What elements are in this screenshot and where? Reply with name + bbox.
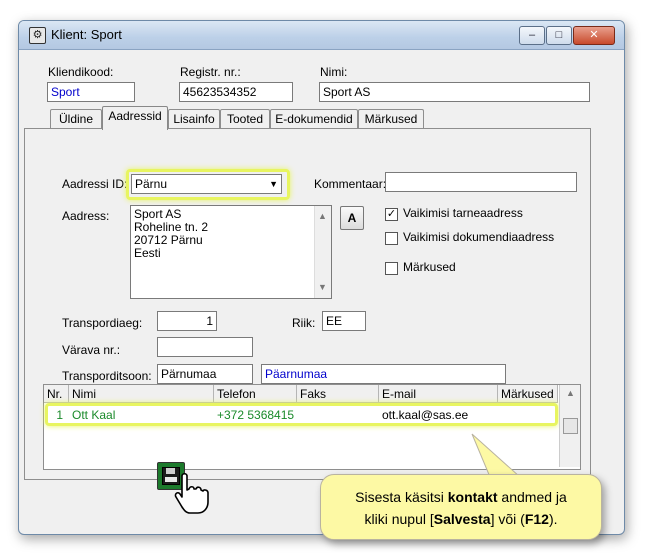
kliendikood-input[interactable]: Sport [47,82,135,102]
tab-uldine[interactable]: Üldine [50,109,102,129]
tab-tooted[interactable]: Tooted [220,109,270,129]
instruction-callout: Sisesta käsitsi kontakt andmed ja kliki … [320,474,602,540]
close-button[interactable]: ✕ [573,26,615,45]
scroll-up-icon[interactable]: ▲ [566,388,575,398]
callout-bold-salvesta: Salvesta [433,511,491,527]
cell-nimi[interactable]: Ott Kaal [69,406,214,424]
tab-aadressid[interactable]: Aadressid [102,106,168,130]
callout-text-3: kliki nupul [ [364,511,434,527]
cell-telefon[interactable]: +372 5368415 [214,406,297,424]
col-faks[interactable]: Faks [297,385,379,403]
tab-e-dokumendid[interactable]: E-dokumendid [270,109,358,129]
scroll-thumb[interactable] [563,418,578,434]
nimi-input[interactable]: Sport AS [319,82,590,102]
col-telefon[interactable]: Telefon [214,385,297,403]
maximize-button[interactable]: □ [546,26,572,45]
cell-markused[interactable] [498,406,558,424]
app-icon: ⚙ [29,27,46,44]
tab-markused[interactable]: Märkused [358,109,424,129]
callout-bold-kontakt: kontakt [447,489,498,505]
hand-cursor-icon [174,472,209,514]
kliendikood-label: Kliendikood: [48,65,114,79]
callout-text-4: ] või ( [490,511,525,527]
registr-input[interactable]: 45623534352 [179,82,293,102]
tab-lisainfo[interactable]: Lisainfo [168,109,220,129]
cell-faks[interactable] [297,406,379,424]
title-bar: ⚙ Klient: Sport – □ ✕ [19,21,624,50]
col-markused[interactable]: Märkused [498,385,558,403]
aadressi-id-value: Pärnu [135,177,168,191]
callout-text-2: andmed ja [497,489,567,505]
window-title: Klient: Sport [51,27,122,42]
registr-label: Registr. nr.: [180,65,241,79]
callout-text-1: Sisesta käsitsi [355,489,448,505]
callout-text-5: ). [548,511,558,527]
chevron-down-icon[interactable]: ▼ [269,175,278,193]
col-email[interactable]: E-mail [379,385,498,403]
cell-email[interactable]: ott.kaal@sas.ee [379,406,498,424]
nimi-label: Nimi: [320,65,348,79]
aadressi-id-combo[interactable]: Pärnu ▼ [131,174,282,194]
cell-nr[interactable]: 1 [44,406,66,424]
minimize-button[interactable]: – [519,26,545,45]
callout-bold-f12: F12 [524,511,549,527]
grid-scrollbar[interactable]: ▲ [559,385,580,467]
col-nimi[interactable]: Nimi [69,385,214,403]
col-nr[interactable]: Nr. [44,385,69,403]
